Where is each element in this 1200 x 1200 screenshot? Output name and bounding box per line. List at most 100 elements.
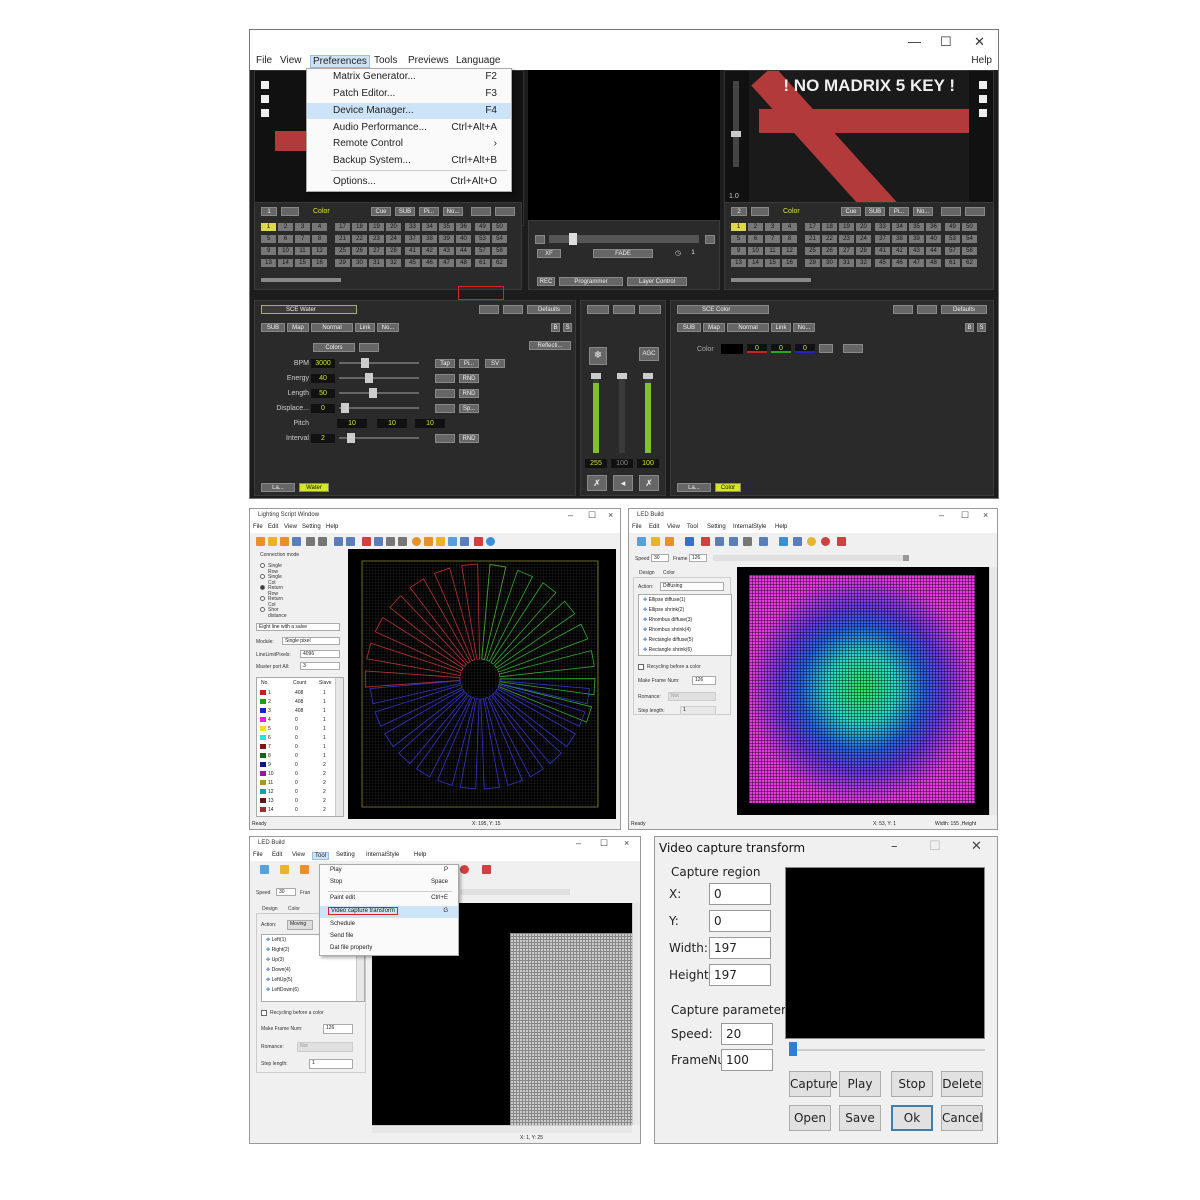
- menu-item-device-manager[interactable]: Device Manager... F4: [307, 103, 511, 119]
- record-icon[interactable]: [837, 537, 846, 546]
- storage-place[interactable]: 2: [278, 223, 293, 231]
- storage-place[interactable]: 27: [839, 247, 854, 255]
- sub-button[interactable]: SUB: [261, 323, 285, 332]
- slider-knob[interactable]: [365, 373, 373, 383]
- storage-place[interactable]: 31: [369, 259, 384, 267]
- slider[interactable]: [339, 392, 419, 394]
- frame-number-input[interactable]: 100: [721, 1049, 773, 1071]
- make-frame-input[interactable]: 126: [323, 1024, 353, 1034]
- menu-item-video-capture-transform[interactable]: Video capture transform G: [320, 906, 458, 918]
- storage-place[interactable]: 8: [312, 235, 327, 243]
- storage-place[interactable]: 47: [439, 259, 454, 267]
- grid-icon[interactable]: [460, 537, 469, 546]
- settings-icon[interactable]: [486, 537, 495, 546]
- b-button[interactable]: B: [551, 323, 560, 332]
- menu-edit[interactable]: Edit: [272, 852, 282, 858]
- tab-color[interactable]: Color: [663, 570, 675, 576]
- open-button[interactable]: Open: [789, 1105, 831, 1131]
- close-button[interactable]: ×: [624, 838, 629, 848]
- stop-icon[interactable]: [821, 537, 830, 546]
- led-canvas[interactable]: [737, 567, 989, 815]
- deck-button[interactable]: [751, 207, 769, 216]
- storage-place[interactable]: 14: [748, 259, 763, 267]
- record-icon[interactable]: [482, 865, 491, 874]
- scrollbar[interactable]: [335, 678, 343, 816]
- storage-place[interactable]: 21: [335, 235, 350, 243]
- blend-mode[interactable]: Normal: [311, 323, 353, 332]
- storage-place[interactable]: 28: [386, 247, 401, 255]
- storage-place[interactable]: 45: [405, 259, 420, 267]
- fader-knob[interactable]: [617, 373, 627, 379]
- storage-place[interactable]: 8: [782, 235, 797, 243]
- maximize-button[interactable]: ☐: [961, 510, 969, 521]
- storage-place[interactable]: 37: [405, 235, 420, 243]
- fade-button[interactable]: FADE: [593, 249, 653, 258]
- close-button[interactable]: ✕: [971, 839, 982, 854]
- storage-place[interactable]: 43: [909, 247, 924, 255]
- storage-place[interactable]: 37: [875, 235, 890, 243]
- menu-view[interactable]: View: [280, 55, 302, 66]
- menu-file[interactable]: File: [253, 524, 263, 530]
- fader-knob[interactable]: [591, 373, 601, 379]
- storage-place[interactable]: 6: [278, 235, 293, 243]
- storage-place[interactable]: 50: [962, 223, 977, 231]
- menu-item-schedule[interactable]: Schedule: [320, 919, 458, 931]
- run-icon[interactable]: ✗: [639, 475, 659, 491]
- storage-place[interactable]: 46: [422, 259, 437, 267]
- effect-selector[interactable]: SCE Color: [677, 305, 769, 314]
- effect-button[interactable]: [435, 389, 455, 398]
- open-folder-icon[interactable]: [280, 865, 289, 874]
- list-item[interactable]: ✥ LeftUp(5): [266, 977, 292, 983]
- menu-language[interactable]: Language: [456, 55, 501, 66]
- storage-place[interactable]: 36: [456, 223, 471, 231]
- speed-combo[interactable]: 30: [651, 554, 669, 562]
- layer-control-button[interactable]: Layer Control: [627, 277, 687, 286]
- audio-fader[interactable]: [617, 373, 627, 453]
- cue-button[interactable]: Cue: [841, 207, 861, 216]
- list-item[interactable]: ✥ Down(4): [266, 967, 291, 973]
- storage-place[interactable]: 12: [312, 247, 327, 255]
- storage-button[interactable]: [495, 207, 515, 216]
- master-button[interactable]: [639, 305, 661, 314]
- storage-place[interactable]: 3: [765, 223, 780, 231]
- s-button[interactable]: S: [977, 323, 986, 332]
- storage-place[interactable]: 43: [439, 247, 454, 255]
- slider[interactable]: [339, 377, 419, 379]
- menu-item-paint-edit[interactable]: Paint edit Ctrl+E: [320, 893, 458, 905]
- storage-place[interactable]: 57: [945, 247, 960, 255]
- sp-button[interactable]: Sp...: [459, 404, 479, 413]
- maximize-button[interactable]: ☐: [588, 510, 596, 521]
- storage-place[interactable]: 29: [805, 259, 820, 267]
- storage-place[interactable]: 61: [475, 259, 490, 267]
- blue-value[interactable]: 0: [795, 344, 815, 353]
- minimize-button[interactable]: –: [576, 838, 581, 848]
- menu-item-patch-editor[interactable]: Patch Editor... F3: [307, 86, 511, 102]
- storage-place[interactable]: 13: [731, 259, 746, 267]
- menu-tool[interactable]: Tool: [687, 524, 698, 530]
- storage-place[interactable]: 33: [875, 223, 890, 231]
- no-button[interactable]: No...: [793, 323, 815, 332]
- storage-place[interactable]: 46: [892, 259, 907, 267]
- storage-place[interactable]: 35: [909, 223, 924, 231]
- slider-knob[interactable]: [903, 555, 909, 561]
- minimize-button[interactable]: –: [568, 510, 573, 520]
- copy-icon[interactable]: [374, 537, 383, 546]
- new-file-icon[interactable]: [637, 537, 646, 546]
- deck-button[interactable]: [281, 207, 299, 216]
- defaults-button[interactable]: Defaults: [941, 305, 987, 314]
- storage-place[interactable]: 22: [822, 235, 837, 243]
- storage-place[interactable]: 32: [386, 259, 401, 267]
- menu-setting[interactable]: Setting: [707, 524, 726, 530]
- image-icon[interactable]: [779, 537, 788, 546]
- width-input[interactable]: 197: [709, 937, 771, 959]
- menu-item-play[interactable]: Play P: [320, 865, 458, 877]
- menu-help[interactable]: Help: [775, 524, 787, 530]
- y-input[interactable]: 0: [709, 910, 771, 932]
- slider-knob[interactable]: [361, 358, 369, 368]
- storage-place[interactable]: 14: [278, 259, 293, 267]
- effect-button[interactable]: [435, 434, 455, 443]
- storage-place[interactable]: 17: [805, 223, 820, 231]
- storage-place[interactable]: 21: [805, 235, 820, 243]
- storage-place[interactable]: 49: [475, 223, 490, 231]
- minimize-button[interactable]: —: [908, 34, 921, 49]
